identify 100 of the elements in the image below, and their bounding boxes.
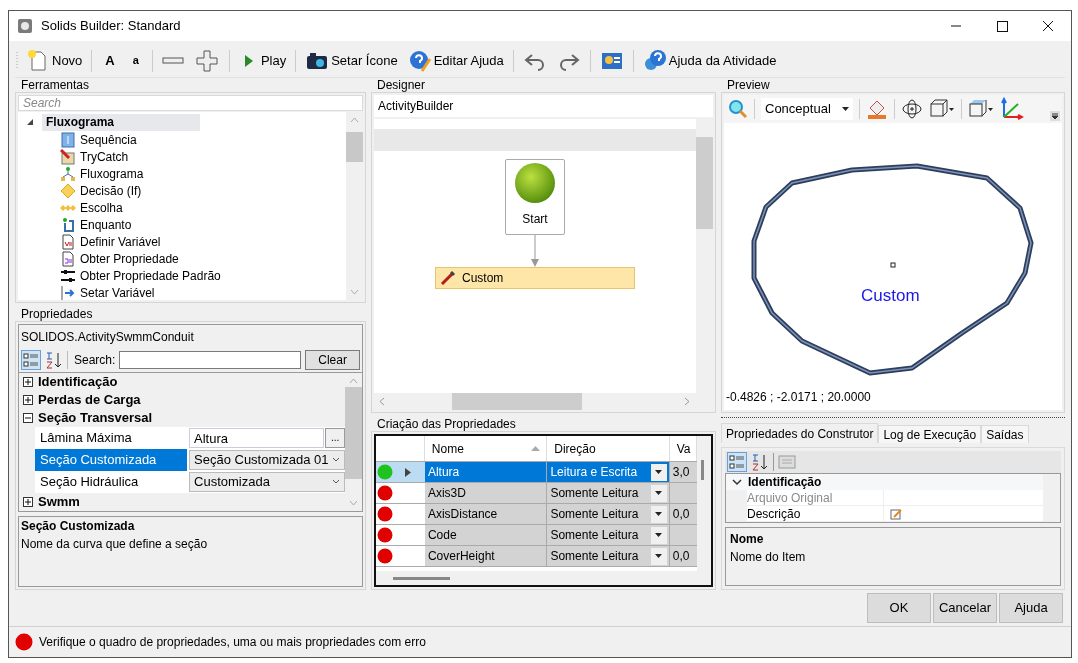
scrollbar[interactable]	[376, 571, 711, 585]
tree-item[interactable]: Enquanto	[18, 216, 346, 233]
orbit-icon[interactable]	[901, 98, 923, 120]
plus-icon[interactable]	[195, 48, 220, 73]
collapse-box-icon[interactable]	[23, 413, 33, 423]
tree-item[interactable]: Obter Propriedade	[18, 250, 346, 267]
font-size-button[interactable]: a	[125, 47, 146, 74]
tree-item[interactable]: Fluxograma	[18, 165, 346, 182]
dialog-button[interactable]: Cancelar	[933, 593, 997, 623]
dialog-button[interactable]: OK	[867, 593, 931, 623]
scrollbar[interactable]	[346, 112, 363, 300]
expand-box-icon[interactable]	[23, 395, 33, 405]
caret-button[interactable]	[650, 484, 667, 502]
zoom-icon[interactable]	[728, 99, 748, 119]
caret-button[interactable]	[650, 463, 667, 481]
property-value-field[interactable]: Altura	[189, 428, 325, 448]
caret-icon	[655, 533, 663, 537]
property-value-dropdown[interactable]: Seção Customizada 01	[189, 450, 345, 470]
table-cell: Axis3D	[424, 483, 548, 503]
direction-dropdown[interactable]: Somente Leitura	[547, 525, 670, 545]
custom-activity[interactable]: Custom	[435, 267, 635, 289]
play-button[interactable]: Play	[235, 47, 290, 74]
category-row[interactable]: Swmm	[19, 493, 345, 511]
tree-item[interactable]: Setar Variável	[18, 284, 346, 300]
new-document-button[interactable]: Novo	[23, 47, 86, 74]
expand-box-icon[interactable]	[23, 497, 33, 507]
font-size-button[interactable]: A	[98, 47, 122, 74]
overflow-icon[interactable]	[1050, 111, 1060, 121]
help-pen-button[interactable]: Editar Ajuda	[404, 47, 507, 74]
table-cell: AxisDistance	[424, 504, 548, 524]
caret-button[interactable]	[650, 505, 667, 523]
sphere-icon	[514, 162, 556, 204]
property-value-dropdown[interactable]: Customizada	[189, 472, 345, 492]
property-name[interactable]: Seção Hidráulica	[35, 471, 188, 493]
camera-button[interactable]: Setar Ícone	[302, 47, 401, 74]
scrollbar[interactable]	[696, 119, 713, 393]
tree-item[interactable]: Obter Propriedade Padrão	[18, 267, 346, 284]
gear-help-button[interactable]: Ajuda da Atividade	[639, 47, 780, 74]
sort-alphabetical-icon[interactable]	[45, 350, 63, 370]
tree-item[interactable]: TryCatch	[18, 148, 346, 165]
table-cell: 0,0	[669, 504, 698, 524]
group-title: Preview	[726, 78, 771, 92]
direction-dropdown[interactable]: Leitura e Escrita	[547, 462, 670, 482]
status-message: Verifique o quadro de propriedades, uma ou mais propriedades com erro	[39, 634, 426, 651]
sort-alphabetical-icon[interactable]	[751, 452, 769, 472]
help-pen-icon	[407, 48, 432, 73]
caret-button[interactable]	[650, 526, 667, 544]
scroll-thumb[interactable]	[345, 387, 362, 479]
group-title: Ferramentas	[20, 78, 91, 92]
direction-dropdown[interactable]: Somente Leitura	[547, 483, 670, 503]
property-name: Descrição	[747, 506, 884, 521]
category-row[interactable]: Identificação	[726, 474, 1043, 490]
arrow-into-line-icon	[60, 284, 76, 300]
tree-item[interactable]: Sequência	[18, 131, 346, 148]
property-name[interactable]: Lâmina Máxima	[35, 427, 187, 449]
column-header[interactable]: Nome	[424, 436, 548, 461]
tree-item[interactable]: Decisão (If)	[18, 182, 346, 199]
tab[interactable]: Propriedades do Construtor	[721, 423, 879, 443]
tree-item[interactable]: Definir Variável	[18, 233, 346, 250]
tab[interactable]: Log de Execução	[878, 425, 982, 443]
expand-box-icon[interactable]	[23, 377, 33, 387]
scrollbar[interactable]	[374, 393, 713, 410]
table-cell: 3,0	[669, 462, 698, 482]
loop-icon	[60, 216, 76, 233]
help-title: Seção Customizada	[21, 518, 136, 535]
scrollbar[interactable]	[697, 436, 711, 571]
categorized-icon[interactable]	[21, 350, 41, 370]
breadcrumb[interactable]: ActivityBuilder	[374, 95, 713, 117]
axes-icon[interactable]	[1000, 97, 1024, 121]
caret-button[interactable]	[650, 547, 667, 565]
tree-item[interactable]: Escolha	[18, 199, 346, 216]
search-label: Search:	[74, 352, 116, 369]
clear-button[interactable]: Clear	[305, 350, 360, 370]
dialog-button[interactable]: Ajuda	[999, 593, 1063, 623]
category-row[interactable]: Seção Transversal	[19, 409, 345, 427]
property-name[interactable]: Seção Customizada	[35, 449, 188, 471]
play-icon	[244, 54, 253, 67]
direction-dropdown[interactable]: Somente Leitura	[547, 546, 670, 566]
scroll-thumb[interactable]	[346, 132, 363, 162]
column-header[interactable]: Direção	[547, 436, 670, 461]
window-title: Solids Builder: Standard	[41, 17, 182, 36]
category-row[interactable]: Perdas de Carga	[19, 391, 345, 409]
categorized-icon[interactable]	[727, 452, 747, 472]
help-text: Nome da curva que define a seção	[21, 536, 209, 553]
caret-icon	[655, 512, 663, 516]
catch-arrow-icon	[60, 148, 76, 165]
tab[interactable]: Saídas	[981, 425, 1029, 443]
direction-dropdown[interactable]: Somente Leitura	[547, 504, 670, 524]
cube-view-icon[interactable]	[929, 98, 955, 120]
search-field[interactable]	[119, 351, 302, 369]
visual-style-dropdown[interactable]: Conceptual	[761, 98, 853, 120]
ellipsis-button[interactable]: ...	[325, 428, 345, 448]
category-row[interactable]: Identificação	[19, 373, 345, 391]
table-cell	[669, 483, 698, 503]
table-cell: 0,0	[669, 546, 698, 566]
help-title: Nome	[730, 531, 765, 548]
tree-item[interactable]: Fluxograma	[42, 114, 200, 131]
edit-note-icon[interactable]	[890, 507, 902, 520]
start-node[interactable]: Start	[505, 159, 565, 235]
shaded-cube-icon[interactable]	[968, 98, 994, 120]
